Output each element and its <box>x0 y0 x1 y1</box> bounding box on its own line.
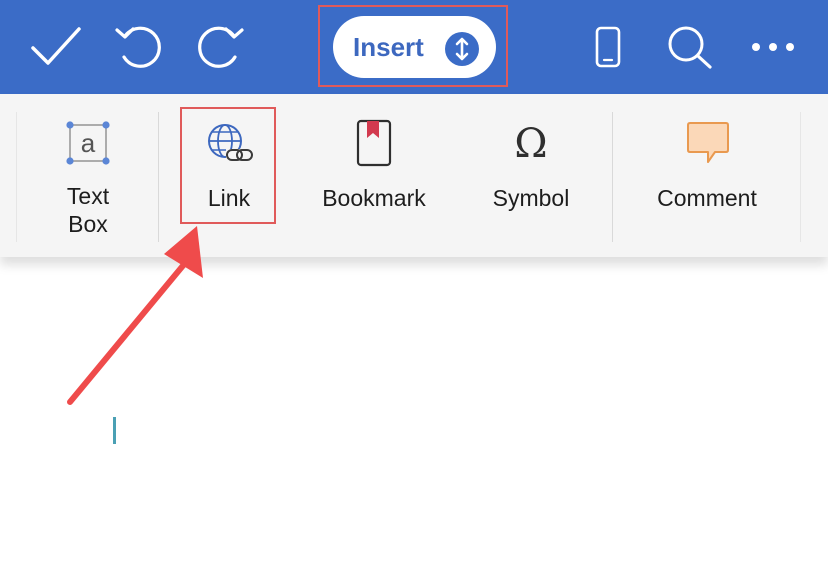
redo-icon[interactable] <box>194 24 246 70</box>
ribbon-item-text-box[interactable]: a Text Box <box>40 94 136 254</box>
search-icon[interactable] <box>666 24 714 70</box>
insert-highlight-box <box>318 5 508 87</box>
phone-icon[interactable] <box>594 26 622 68</box>
more-icon[interactable] <box>750 40 796 54</box>
ribbon-divider <box>612 112 613 242</box>
bookmark-icon <box>356 119 392 167</box>
svg-text:Ω: Ω <box>514 122 547 162</box>
text-box-icon: a <box>66 121 110 165</box>
ribbon-item-label: Symbol <box>492 185 570 211</box>
comment-icon <box>687 122 729 163</box>
ribbon-item-label: Comment <box>657 185 757 211</box>
ribbon-item-comment[interactable]: Comment <box>640 94 774 254</box>
svg-text:a: a <box>81 128 96 158</box>
ribbon-item-label: Text <box>66 183 110 209</box>
text-cursor <box>113 417 116 444</box>
document-canvas[interactable] <box>0 275 828 571</box>
ribbon-divider <box>16 112 17 242</box>
ribbon-item-label: Bookmark <box>322 185 426 211</box>
ribbon-item-bookmark[interactable]: Bookmark <box>310 94 438 254</box>
ribbon-item-symbol[interactable]: Ω Symbol <box>476 94 586 254</box>
checkmark-icon[interactable] <box>30 24 82 68</box>
ribbon-divider <box>158 112 159 242</box>
ribbon-divider <box>800 112 801 242</box>
ribbon-item-label: Box <box>68 211 108 237</box>
link-highlight-box <box>180 107 276 224</box>
insert-ribbon: a Text Box Link Bookmark Ω Symbol Commen… <box>0 94 828 257</box>
undo-icon[interactable] <box>113 24 165 70</box>
omega-icon: Ω <box>514 122 547 162</box>
